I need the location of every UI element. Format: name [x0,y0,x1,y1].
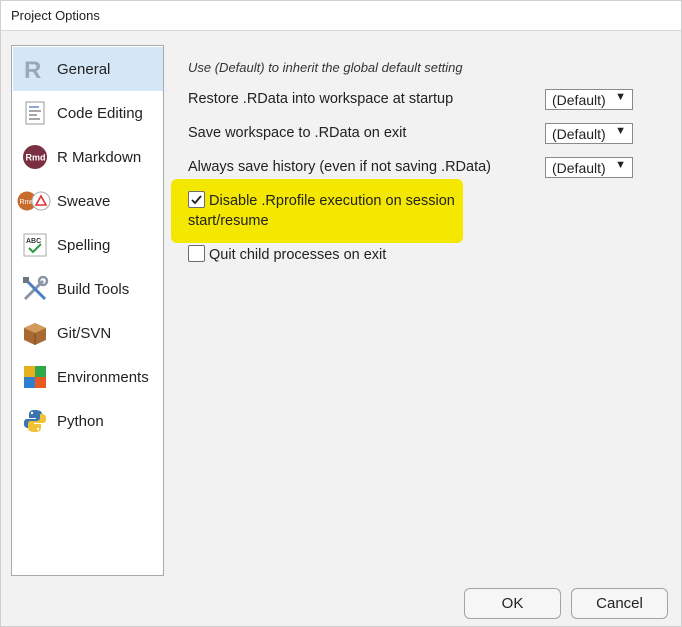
sidebar-item-environments[interactable]: Environments [13,355,163,399]
general-panel: Use (Default) to inherit the global defa… [164,45,682,585]
sidebar-item-label: Git/SVN [57,324,112,342]
restore-rdata-select[interactable]: (Default) ▼ [545,89,633,110]
sidebar-item-code-editing[interactable]: Code Editing [13,91,163,135]
sidebar-item-label: Build Tools [57,280,130,298]
window-title: Project Options [11,8,100,23]
ok-button[interactable]: OK [464,588,561,619]
sidebar-item-label: Code Editing [57,104,143,122]
title-bar: Project Options [1,1,681,31]
sidebar-item-label: Spelling [57,236,111,254]
sidebar-item-label: General [57,60,111,78]
quit-child-label: Quit child processes on exit [209,247,387,263]
checkmark-icon [191,195,202,205]
sidebar-item-label: R Markdown [57,148,142,166]
sweave-icon: Rnw [17,187,51,215]
sidebar-item-label: Environments [57,368,149,386]
svg-text:ABC: ABC [26,238,41,245]
sidebar-item-label: Python [57,412,104,430]
rmarkdown-icon: Rmd [21,143,49,171]
disable-rprofile-line2: start/resume [188,213,269,229]
disable-rprofile-line1: Disable .Rprofile execution on session [209,193,455,209]
sidebar-item-label: Sweave [57,192,111,210]
spelling-icon: ABC [21,231,49,259]
project-options-dialog: Project Options R General Code Editing R… [0,0,682,627]
quit-child-checkbox[interactable] [188,245,205,262]
svg-text:R: R [24,57,41,82]
sidebar-item-python[interactable]: Python [13,399,163,443]
disable-rprofile-option[interactable]: Disable .Rprofile execution on session [188,191,455,212]
restore-rdata-label: Restore .RData into workspace at startup [188,91,454,107]
code-editing-icon [21,99,49,127]
sidebar-item-sweave[interactable]: Rnw Sweave [13,179,163,223]
sidebar-item-r-markdown[interactable]: Rmd R Markdown [13,135,163,179]
select-value: (Default) [552,125,606,142]
sidebar-item-build-tools[interactable]: Build Tools [13,267,163,311]
save-workspace-label: Save workspace to .RData on exit [188,125,407,141]
svg-text:Rmd: Rmd [26,153,46,163]
r-logo-icon: R [21,55,49,83]
cancel-button[interactable]: Cancel [571,588,668,619]
options-sidebar: R General Code Editing Rmd R Markdown Rn… [11,45,164,576]
dropdown-arrow-icon: ▼ [615,125,626,137]
select-value: (Default) [552,159,606,176]
dropdown-arrow-icon: ▼ [615,91,626,103]
save-workspace-select[interactable]: (Default) ▼ [545,123,633,144]
always-save-history-select[interactable]: (Default) ▼ [545,157,633,178]
environments-icon [21,363,49,391]
always-save-history-label: Always save history (even if not saving … [188,159,492,175]
dropdown-arrow-icon: ▼ [615,159,626,171]
build-tools-icon [21,275,49,303]
sidebar-item-general[interactable]: R General [13,47,163,91]
python-icon [21,407,49,435]
select-value: (Default) [552,91,606,108]
disable-rprofile-checkbox[interactable] [188,191,205,208]
sidebar-item-git-svn[interactable]: Git/SVN [13,311,163,355]
quit-child-option[interactable]: Quit child processes on exit [188,245,386,266]
sidebar-item-spelling[interactable]: ABC Spelling [13,223,163,267]
git-svn-icon [21,319,49,347]
disable-rprofile-label: Disable .Rprofile execution on session [209,191,455,212]
inherit-hint: Use (Default) to inherit the global defa… [188,60,463,75]
